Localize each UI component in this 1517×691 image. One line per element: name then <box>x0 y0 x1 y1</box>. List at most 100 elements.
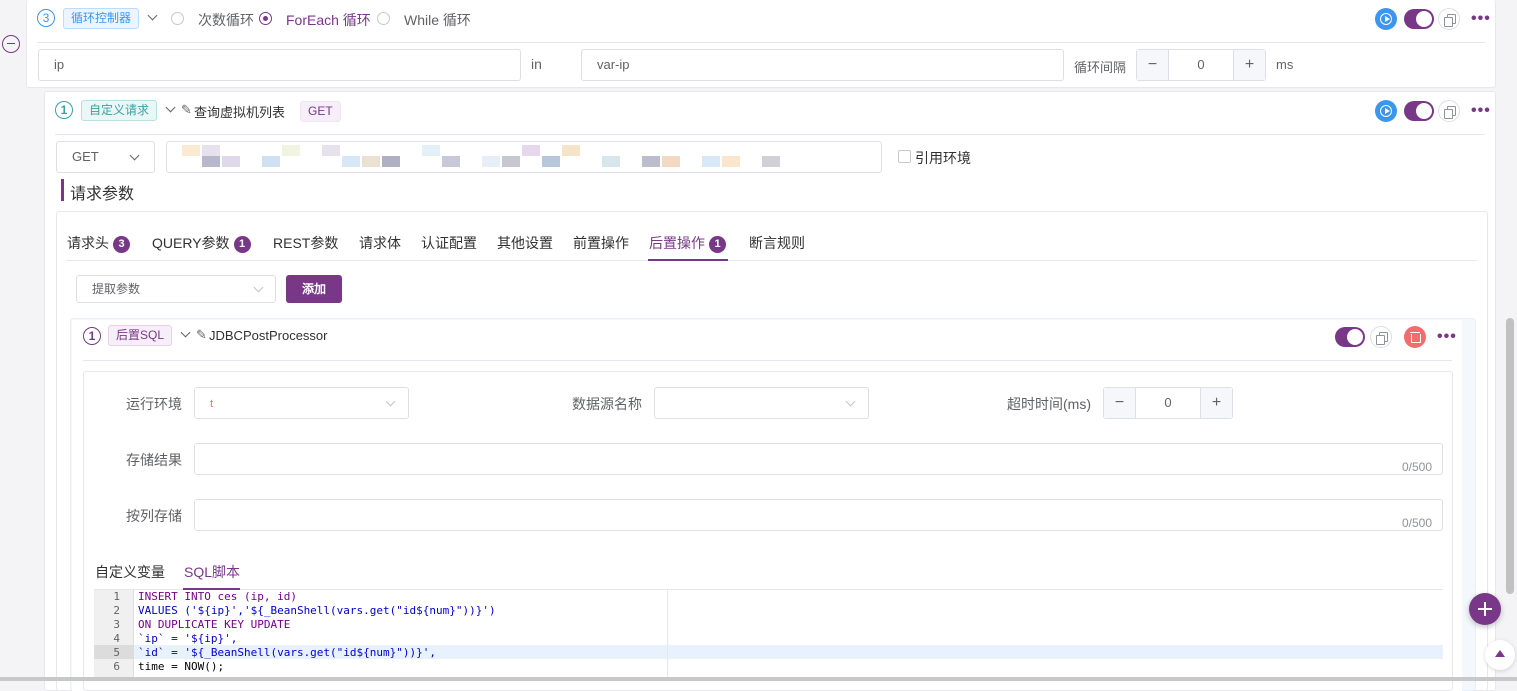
more-icon[interactable]: ••• <box>1437 329 1457 345</box>
chevron-down-icon <box>845 396 856 407</box>
tab-pre-processor[interactable]: 前置操作 <box>573 233 629 253</box>
tabs-divider <box>66 260 1477 261</box>
store-column-input[interactable]: 0/500 <box>194 499 1443 531</box>
run-icon[interactable] <box>1375 8 1397 30</box>
use-env-label[interactable]: 引用环境 <box>915 148 971 168</box>
code-line: VALUES ('${ip}','${_BeanShell(vars.get("… <box>138 604 496 617</box>
extract-params-select[interactable]: 提取参数 <box>76 275 276 303</box>
store-result-input[interactable]: 0/500 <box>194 443 1443 475</box>
timeout-stepper[interactable]: − 0 + <box>1103 387 1233 419</box>
active-tab-indicator <box>648 259 728 261</box>
store-result-label: 存储结果 <box>126 452 182 468</box>
interval-label: 循环间隔 <box>1074 60 1127 75</box>
char-counter: 0/500 <box>1401 460 1432 474</box>
increment-button[interactable]: + <box>1233 50 1265 80</box>
extract-params-placeholder: 提取参数 <box>92 282 141 296</box>
post-sql-name[interactable]: JDBCPostProcessor <box>209 328 327 343</box>
collapse-toggle-icon[interactable] <box>2 35 20 53</box>
env-label: 运行环境 <box>126 396 182 412</box>
divider <box>83 360 1452 361</box>
delete-icon[interactable] <box>1404 326 1426 348</box>
horizontal-scrollbar[interactable] <box>0 677 1517 681</box>
tab-auth[interactable]: 认证配置 <box>421 233 477 253</box>
post-sql-tag: 后置SQL <box>108 325 173 346</box>
use-env-checkbox[interactable] <box>898 150 911 163</box>
code-line: time = NOW(); <box>138 660 225 673</box>
chevron-down-icon <box>253 282 264 293</box>
tab-assertions[interactable]: 断言规则 <box>749 233 805 253</box>
count-badge: 1 <box>709 236 726 253</box>
radio-foreach[interactable] <box>259 12 272 25</box>
datasource-label: 数据源名称 <box>572 396 642 412</box>
tab-sql-script[interactable]: SQL脚本 <box>184 562 240 582</box>
sql-editor[interactable]: 1 2 3 4 5 6 INSERT INTO ces (ip, id) VAL… <box>94 590 1443 681</box>
add-floating-button[interactable] <box>1469 593 1501 625</box>
url-input[interactable] <box>166 141 882 173</box>
tab-post-processor[interactable]: 后置操作 1 <box>649 233 726 253</box>
chevron-down-icon <box>385 396 396 407</box>
radio-while-label[interactable]: While 循环 <box>404 10 471 30</box>
chevron-down-icon[interactable] <box>147 10 158 21</box>
copy-icon[interactable] <box>1438 100 1460 122</box>
tab-headers[interactable]: 请求头 3 <box>67 233 130 253</box>
divider <box>37 42 1485 43</box>
decrement-button[interactable]: − <box>1137 50 1169 80</box>
edit-icon[interactable]: ✎ <box>181 102 192 118</box>
back-to-top-icon[interactable] <box>1485 640 1515 670</box>
timeout-value[interactable]: 0 <box>1136 388 1200 418</box>
enable-toggle[interactable] <box>1404 101 1434 121</box>
count-badge: 3 <box>113 236 130 253</box>
interval-stepper[interactable]: − 0 + <box>1136 49 1266 81</box>
code-line: ON DUPLICATE KEY UPDATE <box>138 618 291 631</box>
store-column-label: 按列存储 <box>126 508 182 524</box>
method-select[interactable]: GET <box>56 141 155 173</box>
loop-collection-input[interactable]: var-ip <box>581 49 1064 81</box>
sql-code[interactable]: INSERT INTO ces (ip, id) VALUES ('${ip}'… <box>94 590 1443 681</box>
code-line: `id` = '${_BeanShell(vars.get("id${num}"… <box>138 646 437 659</box>
decrement-button[interactable]: − <box>1104 388 1136 418</box>
section-marker <box>61 179 64 201</box>
tab-other-settings[interactable]: 其他设置 <box>497 233 553 253</box>
radio-count-loop[interactable] <box>171 12 184 25</box>
edit-icon[interactable]: ✎ <box>196 327 207 343</box>
copy-icon[interactable] <box>1370 326 1392 348</box>
tab-body[interactable]: 请求体 <box>359 233 401 253</box>
more-icon[interactable]: ••• <box>1471 103 1491 119</box>
more-icon[interactable]: ••• <box>1471 11 1491 27</box>
interval-unit: ms <box>1276 57 1294 72</box>
enable-toggle[interactable] <box>1404 9 1434 29</box>
enable-toggle[interactable] <box>1335 327 1365 347</box>
vertical-scrollbar[interactable] <box>1506 318 1514 594</box>
tab-custom-vars[interactable]: 自定义变量 <box>95 562 165 582</box>
chevron-down-icon <box>129 150 140 161</box>
tab-rest[interactable]: REST参数 <box>273 233 338 253</box>
in-label: in <box>531 56 542 72</box>
tab-query[interactable]: QUERY参数 1 <box>152 233 251 253</box>
loop-controller-tag: 循环控制器 <box>63 8 140 29</box>
radio-foreach-label[interactable]: ForEach 循环 <box>286 10 371 30</box>
radio-while[interactable] <box>377 12 390 25</box>
copy-icon[interactable] <box>1438 8 1460 30</box>
timeout-label: 超时时间(ms) <box>1007 396 1091 412</box>
request-name[interactable]: 查询虚拟机列表 <box>194 102 285 121</box>
method-badge: GET <box>300 101 341 122</box>
loop-variable-input[interactable]: ip <box>38 49 521 81</box>
add-button[interactable]: 添加 <box>286 275 342 303</box>
env-select[interactable]: t <box>194 387 409 419</box>
code-line: INSERT INTO ces (ip, id) <box>138 590 297 603</box>
interval-value[interactable]: 0 <box>1169 50 1233 80</box>
increment-button[interactable]: + <box>1200 388 1232 418</box>
code-line: `ip` = '${ip}', <box>138 632 238 645</box>
chevron-down-icon[interactable] <box>165 102 176 113</box>
count-badge: 1 <box>233 236 251 253</box>
step-index: 1 <box>55 101 73 119</box>
loop-controller-card: 3 循环控制器 次数循环 ForEach 循环 While 循环 ••• ip … <box>26 0 1496 88</box>
custom-request-tag: 自定义请求 <box>81 100 158 121</box>
step-index: 1 <box>83 327 101 345</box>
datasource-select[interactable] <box>654 387 869 419</box>
step-index: 3 <box>37 9 55 27</box>
char-counter: 0/500 <box>1401 516 1432 530</box>
method-select-value: GET <box>72 149 99 164</box>
radio-count-loop-label[interactable]: 次数循环 <box>198 10 254 30</box>
run-icon[interactable] <box>1375 100 1397 122</box>
